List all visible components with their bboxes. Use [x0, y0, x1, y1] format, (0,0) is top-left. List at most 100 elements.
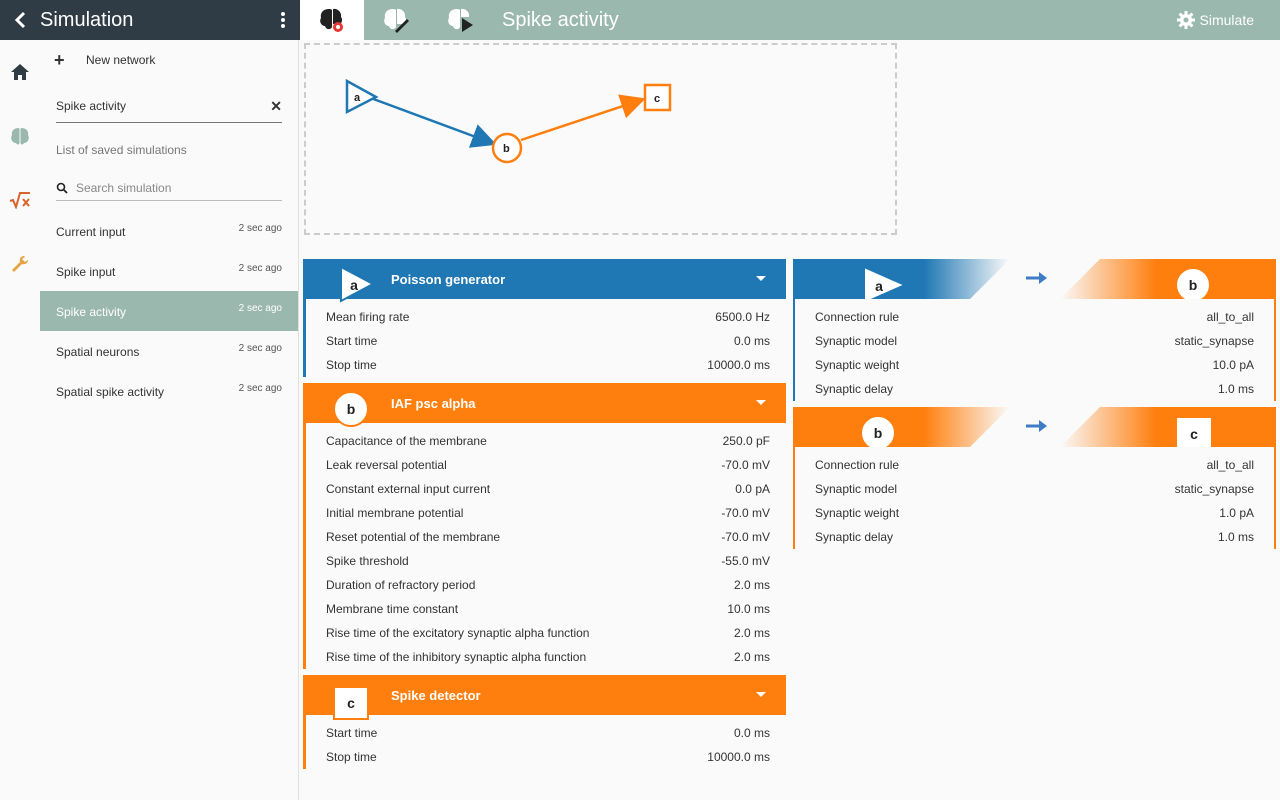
param-row[interactable]: Initial membrane potential -70.0 mV — [306, 501, 786, 525]
list-item-time: 2 sec ago — [238, 343, 282, 354]
param-label: Constant external input current — [326, 482, 491, 496]
search-placeholder: Search simulation — [76, 180, 172, 195]
graph-node-a[interactable]: a — [345, 78, 379, 115]
edge-b-c[interactable] — [520, 94, 646, 142]
param-label: Rise time of the excitatory synaptic alp… — [326, 626, 590, 640]
graph-node-c[interactable]: c — [643, 83, 672, 112]
list-item-name: Spike activity — [56, 305, 127, 319]
param-label: Synaptic model — [815, 334, 898, 348]
param-row[interactable]: Connection rule all_to_all — [795, 305, 1274, 329]
param-row[interactable]: Mean firing rate 6500.0 Hz — [306, 305, 786, 329]
param-row[interactable]: Synaptic model static_synapse — [795, 477, 1274, 501]
param-label: Leak reversal potential — [326, 458, 447, 472]
gear-icon — [1176, 11, 1195, 29]
wrench-icon[interactable] — [0, 232, 40, 296]
param-value: 6500.0 Hz — [715, 310, 770, 324]
connection-source-label: a — [875, 278, 883, 294]
param-label: Spike threshold — [326, 554, 409, 568]
chevron-down-icon[interactable] — [756, 400, 766, 405]
connection-header[interactable]: a b — [795, 259, 1274, 299]
back-icon[interactable] — [0, 0, 40, 40]
param-row[interactable]: Reset potential of the membrane -70.0 mV — [306, 525, 786, 549]
node-card-c: c Spike detector Start time 0.0 ms Stop t… — [303, 675, 786, 769]
simulate-button[interactable]: Simulate — [1176, 11, 1254, 29]
simulation-name-field[interactable]: Spike activity ✕ — [56, 90, 282, 123]
param-row[interactable]: Constant external input current 0.0 pA — [306, 477, 786, 501]
plus-icon: + — [54, 49, 65, 70]
list-item-time: 2 sec ago — [238, 383, 282, 394]
edge-a-b[interactable] — [367, 95, 497, 148]
param-row[interactable]: Synaptic delay 1.0 ms — [795, 377, 1274, 401]
param-value: all_to_all — [1206, 310, 1254, 324]
chevron-down-icon[interactable] — [756, 276, 766, 281]
new-network-label: New network — [86, 53, 156, 67]
graph-node-b[interactable]: b — [491, 132, 523, 164]
connection-source-label: b — [873, 425, 883, 441]
list-item-time: 2 sec ago — [238, 223, 282, 234]
param-row[interactable]: Spike threshold -55.0 mV — [306, 549, 786, 573]
param-value: 10.0 ms — [727, 602, 770, 616]
node-title: Spike detector — [391, 687, 481, 703]
param-row[interactable]: Connection rule all_to_all — [795, 453, 1274, 477]
param-row[interactable]: Rise time of the excitatory synaptic alp… — [306, 621, 786, 645]
search-input[interactable]: Search simulation — [56, 175, 282, 201]
param-row[interactable]: Start time 0.0 ms — [306, 721, 786, 745]
param-value: -55.0 mV — [721, 554, 770, 568]
graph-node-b-label: b — [503, 143, 510, 155]
node-badge-label: b — [346, 401, 356, 417]
param-label: Synaptic delay — [815, 382, 894, 396]
param-label: Membrane time constant — [326, 602, 459, 616]
param-value: 1.0 ms — [1217, 382, 1254, 396]
list-item-active[interactable]: Spike activity 2 sec ago — [40, 291, 298, 331]
network-graph[interactable]: a b c — [304, 43, 897, 235]
tab-view[interactable] — [300, 0, 364, 40]
simulation-name-value[interactable]: Spike activity — [56, 99, 126, 113]
list-item[interactable]: Current input 2 sec ago — [40, 211, 298, 251]
drawer: + New network Spike activity ✕ List of s… — [40, 40, 299, 800]
connection-header[interactable]: b c — [795, 407, 1274, 447]
param-row[interactable]: Synaptic weight 10.0 pA — [795, 353, 1274, 377]
node-card-header[interactable]: b IAF psc alpha — [306, 383, 786, 427]
connection-card-a-b: a b Connection rule all_to_all Synaptic m… — [793, 259, 1276, 401]
node-card-header[interactable]: c Spike detector — [306, 675, 786, 720]
param-value: 1.0 ms — [1217, 530, 1254, 544]
param-value: 10.0 pA — [1212, 358, 1254, 372]
list-item[interactable]: Spatial spike activity 2 sec ago — [40, 371, 298, 411]
close-icon[interactable]: ✕ — [270, 98, 282, 115]
new-network-button[interactable]: + New network — [40, 40, 298, 80]
list-item[interactable]: Spatial neurons 2 sec ago — [40, 331, 298, 371]
param-row[interactable]: Duration of refractory period 2.0 ms — [306, 573, 786, 597]
param-value: 10000.0 ms — [707, 358, 770, 372]
param-label: Start time — [326, 334, 378, 348]
param-label: Synaptic delay — [815, 530, 894, 544]
tab-play[interactable] — [428, 0, 492, 40]
connection-target-label: b — [1188, 277, 1198, 293]
param-row[interactable]: Capacitance of the membrane 250.0 pF — [306, 429, 786, 453]
tab-edit[interactable] — [364, 0, 428, 40]
param-row[interactable]: Stop time 10000.0 ms — [306, 353, 786, 377]
param-row[interactable]: Start time 0.0 ms — [306, 329, 786, 353]
chevron-down-icon[interactable] — [756, 692, 766, 697]
param-value: static_synapse — [1174, 334, 1254, 348]
list-item-time: 2 sec ago — [238, 263, 282, 274]
param-row[interactable]: Membrane time constant 10.0 ms — [306, 597, 786, 621]
param-row[interactable]: Leak reversal potential -70.0 mV — [306, 453, 786, 477]
param-row[interactable]: Synaptic delay 1.0 ms — [795, 525, 1274, 549]
param-row[interactable]: Rise time of the inhibitory synaptic alp… — [306, 645, 786, 669]
sqrt-icon[interactable] — [0, 168, 40, 232]
param-value: 2.0 ms — [733, 626, 770, 640]
brain-icon[interactable] — [0, 104, 40, 168]
home-icon[interactable] — [0, 40, 40, 104]
param-value: -70.0 mV — [721, 506, 770, 520]
param-row[interactable]: Synaptic model static_synapse — [795, 329, 1274, 353]
param-row[interactable]: Synaptic weight 1.0 pA — [795, 501, 1274, 525]
node-title: IAF psc alpha — [391, 395, 476, 411]
node-card-header[interactable]: a Poisson generator — [306, 259, 786, 303]
param-row[interactable]: Stop time 10000.0 ms — [306, 745, 786, 769]
param-value: 10000.0 ms — [707, 750, 770, 764]
param-label: Start time — [326, 726, 378, 740]
more-vert-icon[interactable] — [266, 0, 300, 40]
list-item[interactable]: Spike input 2 sec ago — [40, 251, 298, 291]
brain-play-icon — [448, 8, 473, 32]
param-label: Reset potential of the membrane — [326, 530, 501, 544]
